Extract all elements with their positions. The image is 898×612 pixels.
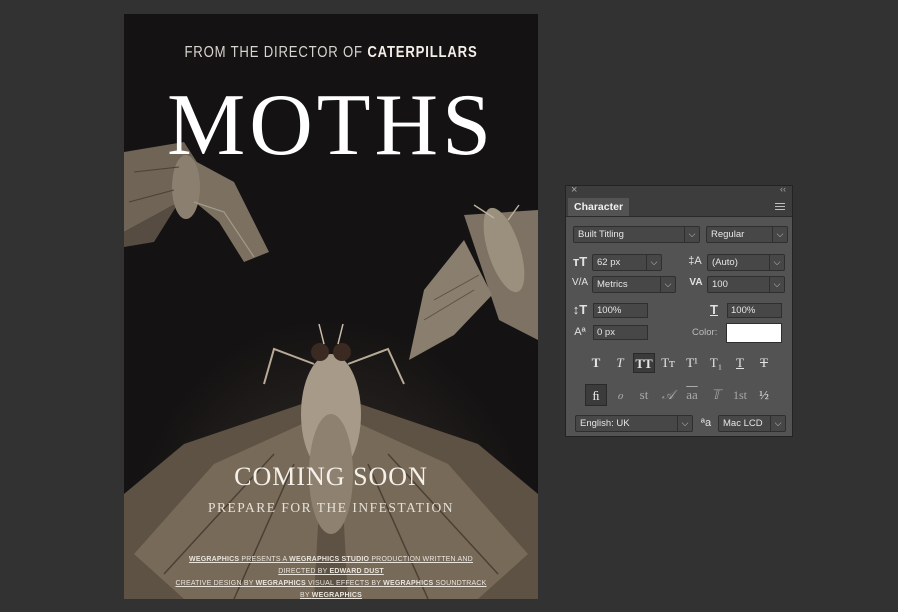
panel-tab-row: Character (566, 198, 792, 217)
baseline-shift-icon: Aª (574, 326, 586, 338)
leading-value: (Auto) (712, 257, 738, 268)
antialias-icon: ªa (700, 417, 712, 429)
stylistic-alternates-button[interactable]: aa (681, 384, 703, 406)
strikethrough-button[interactable]: T (753, 353, 775, 373)
tracking-select[interactable]: 100 ⌵ (707, 276, 785, 293)
discretionary-ligatures-button[interactable]: st (633, 384, 655, 406)
language-select[interactable]: English: UK ⌵ (575, 415, 693, 432)
tab-character[interactable]: Character (568, 198, 630, 216)
old-style-button[interactable]: ℴ (609, 384, 631, 406)
horizontal-scale-field[interactable]: 100% (727, 303, 782, 318)
antialias-select[interactable]: Mac LCD ⌵ (718, 415, 786, 432)
chevron-down-icon: ⌵ (646, 255, 661, 270)
baseline-shift-field[interactable]: 0 px (593, 325, 648, 340)
ordinals-button[interactable]: 1st (729, 384, 751, 406)
chevron-down-icon: ⌵ (660, 277, 675, 292)
collapse-icon[interactable]: ‹‹ (780, 184, 786, 194)
poster-subtitle: PREPARE FOR THE INFESTATION (207, 500, 455, 515)
color-swatch[interactable] (726, 323, 782, 343)
vertical-scale-icon: ↕T (572, 302, 588, 317)
tracking-icon: VA (689, 277, 703, 288)
kerning-select[interactable]: Metrics ⌵ (592, 276, 676, 293)
fractions-button[interactable]: ½ (753, 384, 775, 406)
swash-button[interactable]: 𝒜 (657, 384, 679, 406)
antialias-value: Mac LCD (723, 418, 763, 429)
poster-tagline: FROM THE DIRECTOR OF CATERPILLARS (184, 44, 478, 61)
tracking-value: 100 (712, 279, 728, 290)
color-label: Color: (692, 327, 718, 338)
panel-menu-icon[interactable] (775, 203, 785, 212)
font-style-select[interactable]: Regular ⌵ (706, 226, 788, 243)
font-style-value: Regular (711, 229, 745, 240)
chevron-down-icon: ⌵ (770, 416, 785, 431)
small-caps-button[interactable]: Tт (657, 353, 679, 373)
all-caps-button[interactable]: TT (633, 353, 655, 373)
chevron-down-icon: ⌵ (677, 416, 692, 431)
chevron-down-icon: ⌵ (684, 227, 699, 242)
chevron-down-icon: ⌵ (772, 227, 787, 242)
poster-canvas: FROM THE DIRECTOR OF CATERPILLARS MOTHS … (124, 14, 538, 599)
faux-italic-button[interactable]: T (609, 353, 631, 373)
poster-coming-soon: COMING SOON (234, 462, 428, 491)
font-size-value: 62 px (597, 257, 621, 268)
faux-bold-button[interactable]: T (585, 353, 607, 373)
titling-alternates-button[interactable]: 𝕋 (705, 384, 727, 406)
horizontal-scale-icon: T (710, 302, 718, 317)
kerning-value: Metrics (597, 279, 628, 290)
leading-field[interactable]: (Auto) ⌵ (707, 254, 785, 271)
font-size-icon: ᴛT (572, 254, 588, 269)
superscript-button[interactable]: T¹ (681, 353, 703, 373)
subscript-button[interactable]: T₁ (705, 353, 727, 373)
poster-credits: WEGRAPHICS PRESENTS A WEGRAPHICS STUDIO … (175, 556, 487, 599)
character-panel: × ‹‹ Character Built Titling ⌵ Regular ⌵… (565, 184, 793, 437)
font-size-field[interactable]: 62 px ⌵ (592, 254, 662, 271)
font-family-select[interactable]: Built Titling ⌵ (573, 226, 700, 243)
kerning-icon: V/A (571, 277, 589, 288)
close-icon[interactable]: × (571, 184, 577, 196)
font-family-value: Built Titling (578, 229, 624, 240)
vertical-scale-field[interactable]: 100% (593, 303, 648, 318)
leading-icon: ‡A (688, 255, 702, 267)
chevron-down-icon: ⌵ (769, 277, 784, 292)
poster-title: MOTHS (166, 77, 496, 174)
language-value: English: UK (580, 418, 630, 429)
underline-button[interactable]: T (729, 353, 751, 373)
panel-title-bar[interactable]: × ‹‹ (566, 184, 792, 198)
chevron-down-icon: ⌵ (769, 255, 784, 270)
ligatures-button[interactable]: ﬁ (585, 384, 607, 406)
